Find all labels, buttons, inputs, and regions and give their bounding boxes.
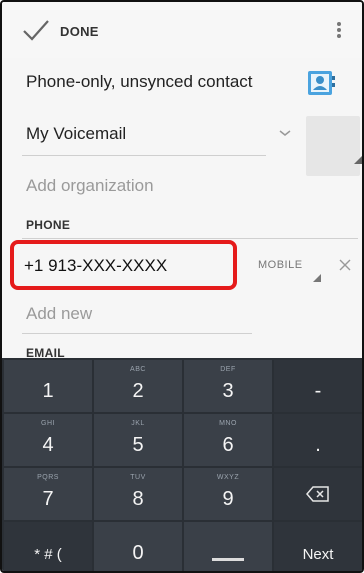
phone-section-header: PHONE [26, 218, 71, 232]
key-8[interactable]: TUV 8 [94, 468, 182, 520]
key-3[interactable]: DEF 3 [184, 360, 272, 412]
phone-type-dropdown-indicator [313, 274, 321, 282]
action-bar: DONE [2, 2, 362, 58]
key-4[interactable]: GHI 4 [4, 414, 92, 466]
name-underline [22, 155, 266, 156]
phone-number-value: +1 913-XXX-XXXX [24, 256, 168, 275]
account-label: Phone-only, unsynced contact [26, 72, 253, 91]
key-symbols[interactable]: * # ( [4, 522, 92, 571]
name-value: My Voicemail [26, 124, 127, 143]
space-icon [212, 558, 244, 561]
key-space[interactable] [184, 522, 272, 571]
contact-card-icon [308, 71, 335, 95]
done-button[interactable]: DONE [60, 24, 99, 39]
overflow-menu-icon[interactable] [335, 20, 343, 44]
contact-photo[interactable] [306, 116, 360, 176]
phone-type-selector[interactable]: MOBILE [258, 259, 303, 271]
add-new-underline [22, 333, 252, 334]
contact-editor-screen: DONE Phone-only, unsynced contact My Voi… [0, 0, 364, 573]
key-6[interactable]: MNO 6 [184, 414, 272, 466]
key-7[interactable]: PQRS 7 [4, 468, 92, 520]
key-5[interactable]: JKL 5 [94, 414, 182, 466]
add-organization-field[interactable]: Add organization [26, 176, 154, 196]
name-field[interactable]: My Voicemail [22, 112, 302, 158]
key-9[interactable]: WXYZ 9 [184, 468, 272, 520]
key-2[interactable]: ABC 2 [94, 360, 182, 412]
key-dash[interactable]: - [274, 360, 362, 412]
close-icon[interactable] [338, 258, 352, 272]
key-backspace[interactable] [274, 468, 362, 520]
add-new-phone[interactable]: Add new [26, 304, 92, 324]
key-0[interactable]: 0 [94, 522, 182, 571]
backspace-icon [306, 486, 329, 502]
key-period[interactable]: . [274, 414, 362, 466]
checkmark-icon[interactable] [22, 18, 50, 42]
photo-menu-indicator [354, 156, 362, 164]
key-1[interactable]: 1 [4, 360, 92, 412]
phone-section-divider [22, 238, 358, 239]
phone-number-input[interactable]: +1 913-XXX-XXXX [24, 252, 234, 282]
numeric-keyboard: 1 ABC 2 DEF 3 - GHI 4 JKL 5 MNO 6 . PQRS… [2, 358, 362, 571]
chevron-down-icon[interactable] [278, 128, 292, 138]
key-next[interactable]: Next [274, 522, 362, 571]
